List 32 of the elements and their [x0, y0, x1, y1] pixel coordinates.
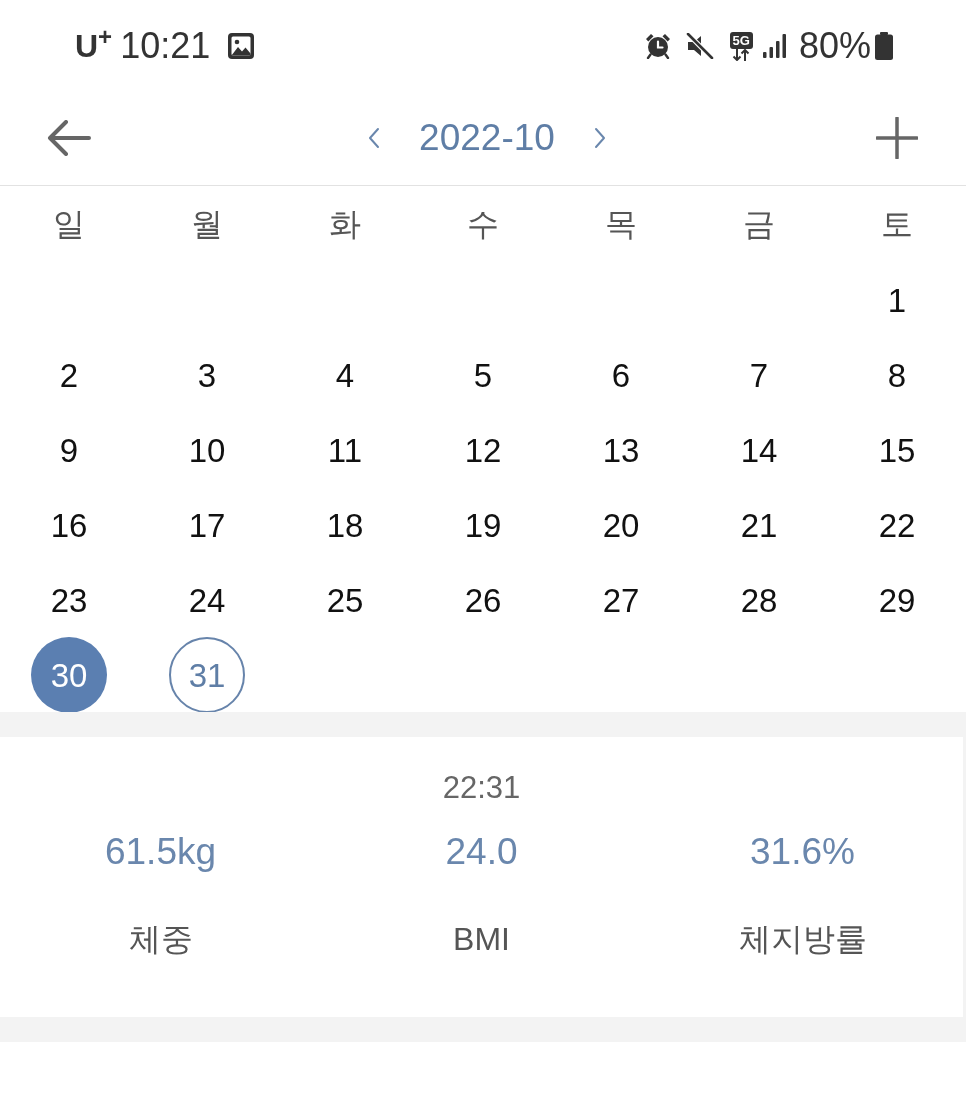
metric-label: 체지방률 — [738, 923, 867, 955]
metric-value: 61.5kg — [104, 833, 217, 870]
alarm-clock-icon — [644, 33, 671, 59]
battery-percent: 80% — [798, 28, 871, 64]
calendar-day[interactable]: 31 — [169, 637, 245, 713]
weekday-label: 토 — [881, 208, 913, 240]
weekday-label: 일 — [53, 208, 85, 240]
chevron-right-icon — [593, 126, 606, 149]
add-button[interactable] — [874, 114, 920, 161]
metric-value: 31.6% — [750, 833, 855, 870]
network-type-badge: 5G — [729, 31, 753, 49]
back-arrow-icon — [47, 119, 91, 156]
mute-icon — [685, 33, 714, 59]
weekday-label: 금 — [743, 208, 775, 240]
chevron-left-icon — [368, 126, 381, 149]
record-time: 22:31 — [442, 772, 521, 807]
metric-label: BMI — [453, 923, 510, 955]
status-time: 10:21 — [120, 28, 211, 64]
weekday-label: 월 — [191, 208, 223, 240]
metric-label: 체중 — [128, 923, 193, 955]
weekday-label: 수 — [467, 208, 499, 240]
image-icon — [228, 33, 255, 59]
month-title: 2022-10 — [419, 119, 555, 156]
battery-icon — [875, 32, 893, 60]
metric-value: 24.0 — [445, 833, 518, 870]
data-arrows-icon — [731, 48, 752, 61]
signal-bars-icon — [762, 34, 787, 58]
weekday-label: 화 — [329, 208, 361, 240]
carrier-name: U$^{+}$ — [75, 30, 113, 62]
calendar-day[interactable]: 30 — [31, 637, 107, 713]
plus-icon — [876, 116, 918, 159]
weekday-label: 목 — [605, 208, 637, 240]
